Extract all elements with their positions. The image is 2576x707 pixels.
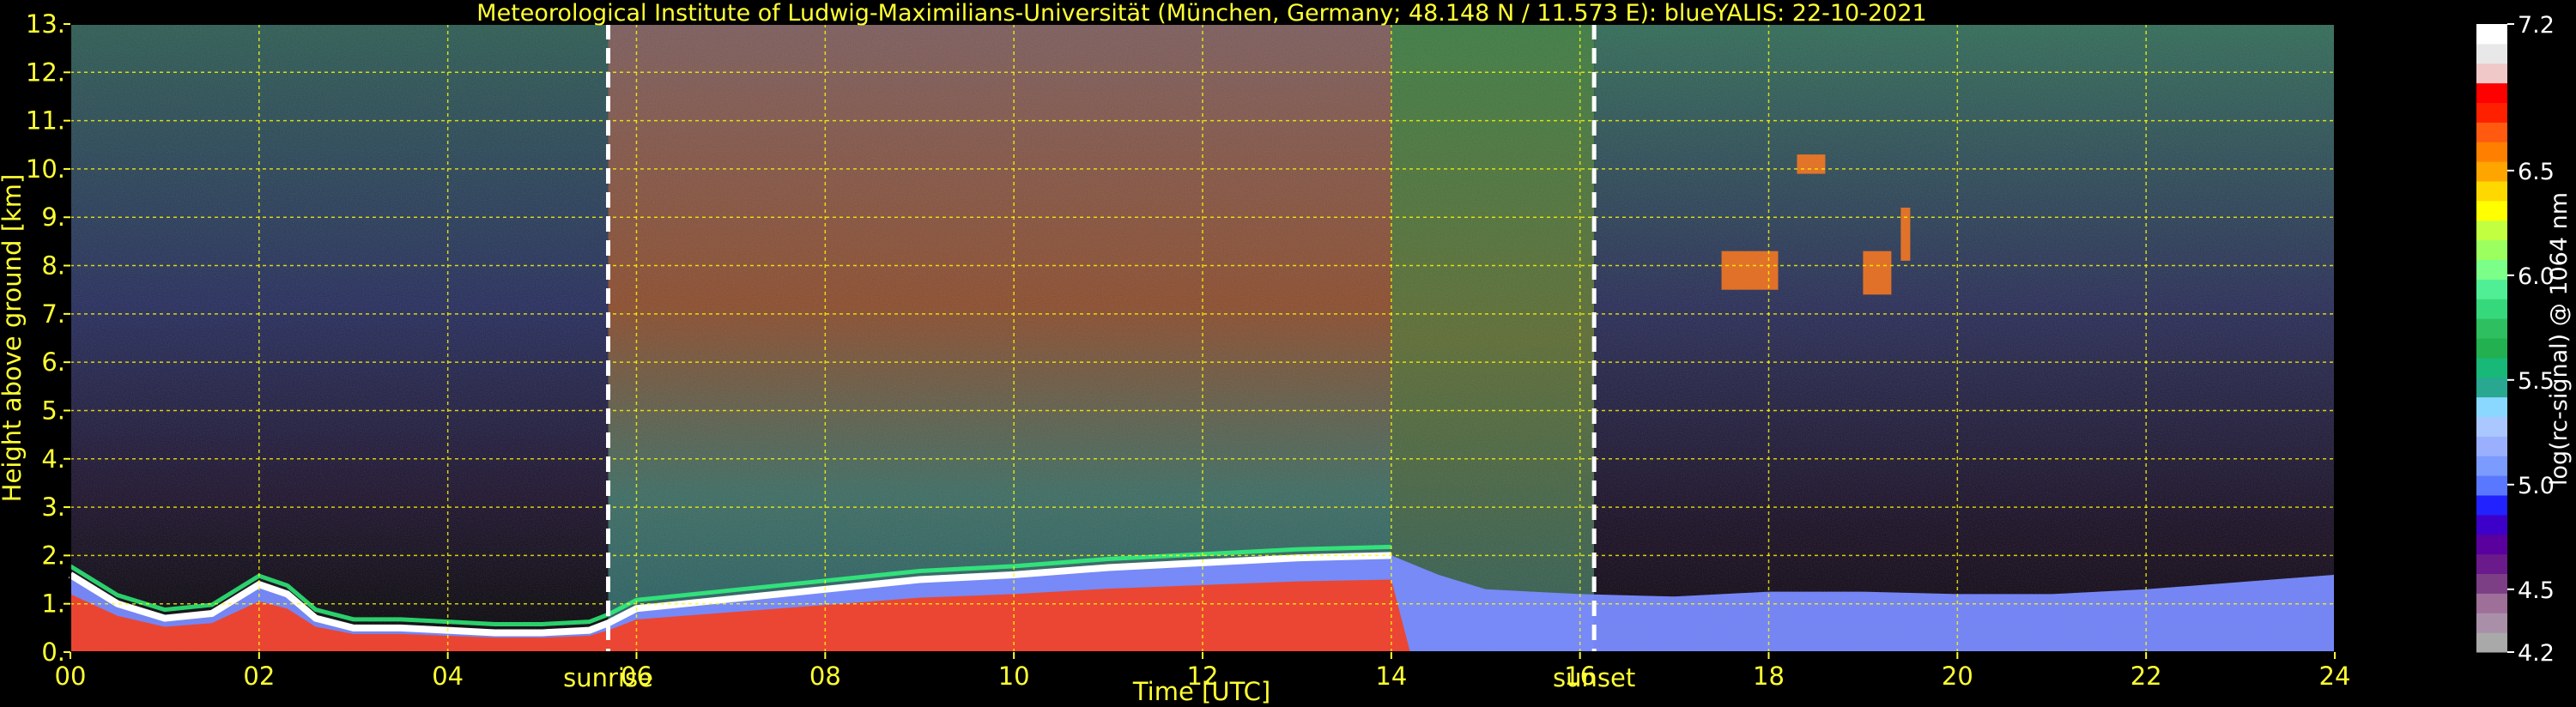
- colorbar-segment: [2476, 82, 2507, 103]
- colorbar-segment: [2476, 338, 2507, 359]
- colorbar-segment: [2476, 416, 2507, 437]
- colorbar-segment: [2476, 456, 2507, 476]
- y-tick-label: 5.: [41, 396, 65, 425]
- x-tick-label: 20: [1942, 662, 1973, 691]
- colorbar-tick-label: 7.2: [2518, 12, 2555, 39]
- colorbar-segment: [2476, 279, 2507, 299]
- colorbar-segment: [2476, 43, 2507, 64]
- plot-area: sunrise sunset: [68, 23, 2336, 692]
- x-tick-label: 12: [1187, 662, 1219, 691]
- colorbar-segment: [2476, 514, 2507, 535]
- y-tick-label: 8.: [41, 251, 65, 281]
- x-tick-label: 14: [1375, 662, 1407, 691]
- y-tick-label: 7.: [41, 299, 65, 329]
- x-tick-label: 10: [998, 662, 1030, 691]
- x-tick-label: 22: [2131, 662, 2162, 691]
- x-tick-label: 08: [809, 662, 841, 691]
- colorbar-segment: [2476, 553, 2507, 574]
- x-tick-label: 16: [1564, 662, 1596, 691]
- colorbar-segment: [2476, 299, 2507, 319]
- y-tick-label: 10.: [26, 154, 65, 184]
- x-tick-label: 18: [1753, 662, 1785, 691]
- lidar-figure: sunrise sunset Meteorological Institute o…: [0, 0, 2573, 706]
- colorbar-segment: [2476, 24, 2507, 45]
- cirrus-patch: [1900, 207, 1911, 261]
- y-tick-label: 6.: [41, 347, 65, 377]
- colorbar-tick-label: 4.5: [2518, 577, 2555, 604]
- colorbar-tick-label: 4.2: [2518, 640, 2555, 667]
- colorbar-segment: [2476, 63, 2507, 84]
- y-tick-label: 1.: [41, 589, 65, 619]
- colorbar-segment: [2476, 593, 2507, 613]
- colorbar-segment: [2476, 318, 2507, 339]
- colorbar-segment: [2476, 475, 2507, 496]
- y-tick-label: 13.: [26, 9, 65, 39]
- cirrus-patch: [1797, 154, 1826, 174]
- colorbar-segment: [2476, 357, 2507, 378]
- colorbar-segment: [2476, 613, 2507, 633]
- y-tick-label: 3.: [41, 492, 65, 522]
- colorbar-label: log(rc-signal) @ 1064 nm: [2546, 192, 2573, 486]
- colorbar-segment: [2476, 632, 2507, 653]
- colorbar-segment: [2476, 220, 2507, 241]
- y-tick-label: 12.: [26, 57, 65, 87]
- colorbar-segment: [2476, 239, 2507, 260]
- colorbar-tick-label: 6.5: [2518, 159, 2555, 185]
- y-tick-label: 0.: [41, 638, 65, 667]
- y-tick-label: 9.: [41, 202, 65, 232]
- x-axis-ticks: 00 02 04 06 08 10 12 14 16 18 20 22 24: [55, 652, 2351, 691]
- colorbar-segment: [2476, 161, 2507, 182]
- colorbar-segment: [2476, 200, 2507, 221]
- colorbar-segment: [2476, 534, 2507, 555]
- cirrus-patch: [1721, 251, 1779, 290]
- colorbar-segment: [2476, 181, 2507, 202]
- x-tick-label: 02: [243, 662, 275, 691]
- y-axis-ticks: 0. 1. 2. 3. 4. 5. 6. 7. 8. 9. 10. 11. 12. 13.: [26, 9, 70, 667]
- colorbar-segment: [2476, 102, 2507, 123]
- colorbar-segment: [2476, 436, 2507, 456]
- y-tick-label: 11.: [26, 106, 65, 136]
- signal-noise-texture: [70, 24, 2335, 652]
- colorbar-segment: [2476, 396, 2507, 417]
- x-tick-label: 24: [2319, 662, 2351, 691]
- colorbar-segment: [2476, 573, 2507, 594]
- y-tick-label: 2.: [41, 541, 65, 570]
- x-tick-label: 04: [432, 662, 464, 691]
- colorbar-segment: [2476, 142, 2507, 162]
- chart-title: Meteorological Institute of Ludwig-Maxim…: [476, 0, 1926, 27]
- cirrus-patch: [1863, 251, 1892, 295]
- colorbar: 4.24.55.05.56.06.57.2: [2476, 12, 2555, 667]
- colorbar-segment: [2476, 495, 2507, 516]
- y-tick-label: 4.: [41, 444, 65, 474]
- y-axis-label: Height above ground [km]: [0, 174, 27, 503]
- x-tick-label: 06: [621, 662, 652, 691]
- colorbar-segment: [2476, 377, 2507, 398]
- colorbar-segment: [2476, 122, 2507, 142]
- colorbar-segment: [2476, 259, 2507, 280]
